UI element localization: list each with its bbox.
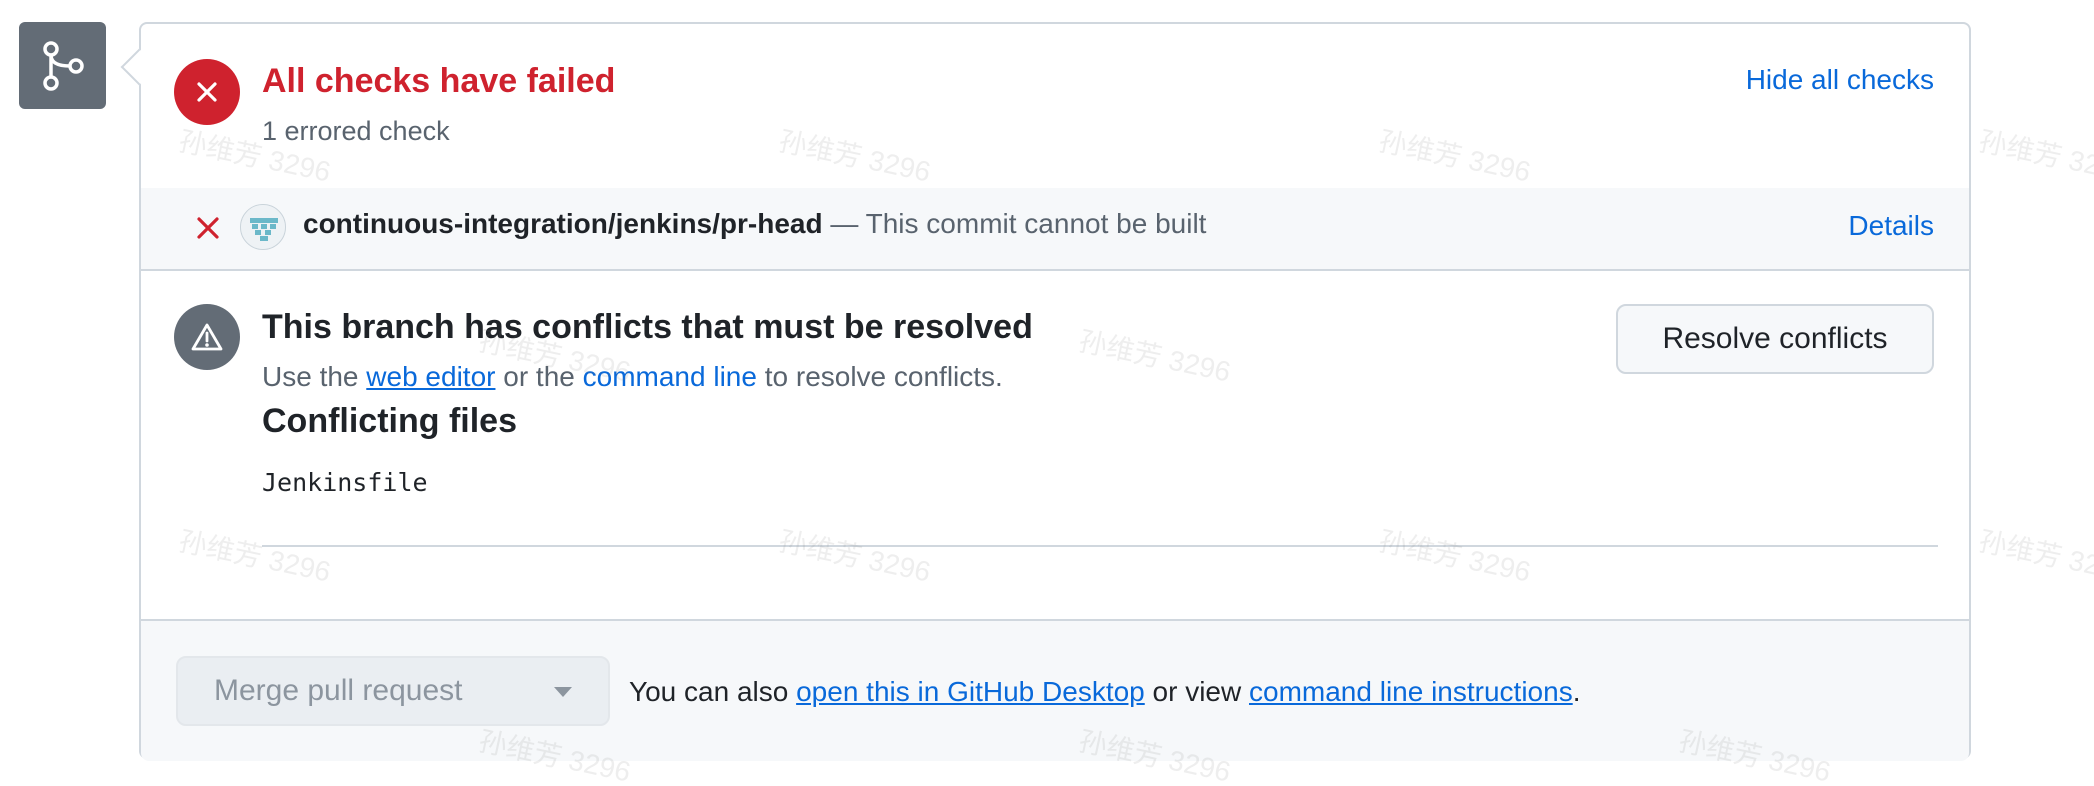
command-line-link[interactable]: command line	[583, 361, 757, 392]
watermark: 孙维芳 3296	[1976, 525, 2094, 588]
check-text: continuous-integration/jenkins/pr-head —…	[303, 208, 1206, 240]
check-row: continuous-integration/jenkins/pr-head —…	[141, 188, 1969, 271]
alert-icon	[174, 304, 240, 370]
resolve-conflicts-button[interactable]: Resolve conflicts	[1616, 304, 1934, 374]
failed-status-icon	[174, 59, 240, 125]
merge-button-label: Merge pull request	[214, 674, 463, 707]
checks-title: All checks have failed	[262, 62, 616, 100]
github-desktop-link[interactable]: open this in GitHub Desktop	[796, 676, 1145, 707]
conflicts-desc-middle: or the	[495, 361, 583, 392]
conflicts-description: Use the web editor or the command line t…	[262, 361, 1003, 393]
conflicting-files-title: Conflicting files	[262, 402, 517, 440]
jenkins-avatar-icon	[240, 204, 286, 250]
check-description: — This commit cannot be built	[822, 208, 1207, 239]
git-merge-icon	[19, 22, 106, 109]
conflicts-title: This branch has conflicts that must be r…	[262, 308, 1033, 346]
conflicting-file: Jenkinsfile	[262, 468, 428, 497]
command-line-instructions-link[interactable]: command line instructions	[1249, 676, 1573, 707]
merge-box: All checks have failed 1 errored check H…	[139, 22, 1971, 761]
conflicts-desc-prefix: Use the	[262, 361, 367, 392]
check-details-link[interactable]: Details	[1848, 210, 1934, 242]
divider	[262, 545, 1938, 547]
merge-footer: Merge pull request You can also open thi…	[141, 619, 1969, 761]
footer-text-suffix: .	[1572, 676, 1581, 707]
watermark: 孙维芳 3296	[1976, 125, 2094, 188]
web-editor-link[interactable]: web editor	[366, 361, 495, 392]
checks-subtitle: 1 errored check	[262, 116, 450, 146]
footer-text-middle: or view	[1144, 676, 1249, 707]
merge-panel-page: All checks have failed 1 errored check H…	[0, 0, 2094, 786]
merge-pull-request-button[interactable]: Merge pull request	[176, 656, 610, 726]
checks-summary: All checks have failed 1 errored check H…	[141, 24, 1969, 190]
footer-text-prefix: You can also	[629, 676, 797, 707]
hide-all-checks-link[interactable]: Hide all checks	[1746, 64, 1934, 96]
conflicts-desc-suffix: to resolve conflicts.	[756, 361, 1003, 392]
footer-text: You can also open this in GitHub Desktop…	[629, 676, 1580, 708]
check-name: continuous-integration/jenkins/pr-head	[303, 208, 823, 239]
error-x-icon	[197, 217, 219, 239]
caret-down-icon[interactable]	[554, 687, 572, 697]
